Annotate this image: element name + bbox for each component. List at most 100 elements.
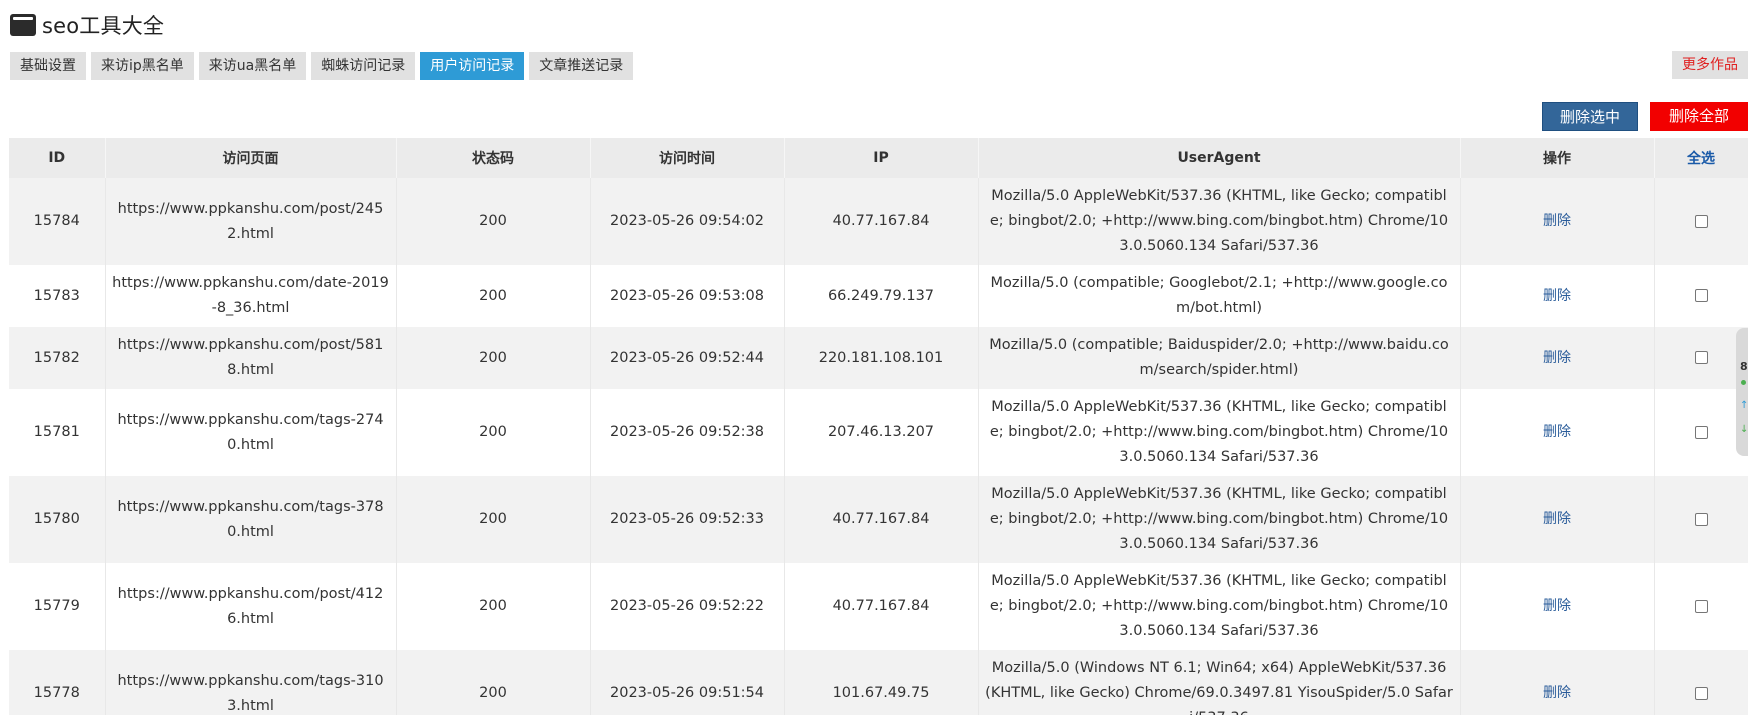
cell-page: https://www.ppkanshu.com/tags-3103.html xyxy=(105,650,397,715)
delete-row-link[interactable]: 删除 xyxy=(1543,288,1571,304)
cell-select xyxy=(1654,476,1748,563)
cell-operation: 删除 xyxy=(1460,178,1655,265)
cell-status: 200 xyxy=(396,563,591,650)
cell-ip: 207.46.13.207 xyxy=(784,389,979,476)
cell-page: https://www.ppkanshu.com/tags-2740.html xyxy=(105,389,397,476)
cell-useragent: Mozilla/5.0 AppleWebKit/537.36 (KHTML, l… xyxy=(978,178,1461,265)
cell-useragent: Mozilla/5.0 AppleWebKit/537.36 (KHTML, l… xyxy=(978,476,1461,563)
cell-operation: 删除 xyxy=(1460,476,1655,563)
delete-row-link[interactable]: 删除 xyxy=(1543,213,1571,229)
cell-id: 15782 xyxy=(9,327,106,389)
cell-useragent: Mozilla/5.0 AppleWebKit/537.36 (KHTML, l… xyxy=(978,563,1461,650)
row-checkbox[interactable] xyxy=(1694,351,1708,364)
delete-row-link[interactable]: 删除 xyxy=(1543,350,1571,366)
row-checkbox[interactable] xyxy=(1694,289,1708,302)
tab-spider-log[interactable]: 蜘蛛访问记录 xyxy=(311,52,416,80)
select-all-link[interactable]: 全选 xyxy=(1654,138,1748,178)
cell-select xyxy=(1654,178,1748,265)
cell-operation: 删除 xyxy=(1460,327,1655,389)
tab-basic-settings[interactable]: 基础设置 xyxy=(10,52,86,80)
cell-operation: 删除 xyxy=(1460,265,1655,327)
cell-page: https://www.ppkanshu.com/post/2452.html xyxy=(105,178,397,265)
cell-page: https://www.ppkanshu.com/post/4126.html xyxy=(105,563,397,650)
delete-row-link[interactable]: 删除 xyxy=(1543,598,1571,614)
tab-article-push-log[interactable]: 文章推送记录 xyxy=(529,52,634,80)
cell-id: 15778 xyxy=(9,650,106,715)
row-checkbox[interactable] xyxy=(1694,599,1708,613)
table-row: 15781 https://www.ppkanshu.com/tags-2740… xyxy=(9,389,1748,476)
more-works-button[interactable]: 更多作品 xyxy=(1672,51,1748,79)
cell-ip: 220.181.108.101 xyxy=(784,327,979,389)
window-icon xyxy=(10,14,36,36)
cell-page: https://www.ppkanshu.com/date-2019-8_36.… xyxy=(105,265,397,327)
col-header-time: 访问时间 xyxy=(590,138,785,178)
table-row: 15779 https://www.ppkanshu.com/post/4126… xyxy=(9,563,1748,650)
page: seo工具大全 基础设置 来访ip黑名单 来访ua黑名单 蜘蛛访问记录 用户访问… xyxy=(0,0,1748,715)
cell-status: 200 xyxy=(396,476,591,563)
cell-status: 200 xyxy=(396,178,591,265)
cell-id: 15783 xyxy=(9,265,106,327)
col-header-ip: IP xyxy=(784,138,979,178)
tab-ua-blacklist[interactable]: 来访ua黑名单 xyxy=(198,52,307,80)
cell-time: 2023-05-26 09:52:38 xyxy=(590,389,785,476)
cell-time: 2023-05-26 09:52:44 xyxy=(590,327,785,389)
table-row: 15784 https://www.ppkanshu.com/post/2452… xyxy=(9,178,1748,265)
table-row: 15782 https://www.ppkanshu.com/post/5818… xyxy=(9,327,1748,389)
cell-ip: 66.249.79.137 xyxy=(784,265,979,327)
row-checkbox[interactable] xyxy=(1694,686,1708,700)
cell-select xyxy=(1654,265,1748,327)
cell-page: https://www.ppkanshu.com/post/5818.html xyxy=(105,327,397,389)
delete-row-link[interactable]: 删除 xyxy=(1543,685,1571,701)
cell-useragent: Mozilla/5.0 (compatible; Googlebot/2.1; … xyxy=(978,265,1461,327)
cell-ip: 101.67.49.75 xyxy=(784,650,979,715)
delete-row-link[interactable]: 删除 xyxy=(1543,424,1571,440)
visit-log-table: ID 访问页面 状态码 访问时间 IP UserAgent 操作 全选 1578… xyxy=(9,138,1748,715)
app-header: seo工具大全 xyxy=(10,10,164,40)
cell-operation: 删除 xyxy=(1460,650,1655,715)
row-checkbox[interactable] xyxy=(1694,214,1708,228)
status-dot-icon xyxy=(1741,380,1746,385)
cell-select xyxy=(1654,650,1748,715)
delete-row-link[interactable]: 删除 xyxy=(1543,511,1571,527)
cell-useragent: Mozilla/5.0 AppleWebKit/537.36 (KHTML, l… xyxy=(978,389,1461,476)
cell-id: 15780 xyxy=(9,476,106,563)
cell-id: 15779 xyxy=(9,563,106,650)
cell-status: 200 xyxy=(396,327,591,389)
cell-select xyxy=(1654,389,1748,476)
cell-useragent: Mozilla/5.0 (compatible; Baiduspider/2.0… xyxy=(978,327,1461,389)
delete-all-button[interactable]: 删除全部 xyxy=(1650,102,1748,131)
app-title: seo工具大全 xyxy=(42,14,165,38)
arrow-down-icon: ↓ xyxy=(1740,424,1748,435)
cell-operation: 删除 xyxy=(1460,389,1655,476)
tab-bar: 基础设置 来访ip黑名单 来访ua黑名单 蜘蛛访问记录 用户访问记录 文章推送记… xyxy=(10,52,634,80)
cell-time: 2023-05-26 09:51:54 xyxy=(590,650,785,715)
table-row: 15778 https://www.ppkanshu.com/tags-3103… xyxy=(9,650,1748,715)
cell-status: 200 xyxy=(396,265,591,327)
row-checkbox[interactable] xyxy=(1694,512,1708,526)
cell-ip: 40.77.167.84 xyxy=(784,563,979,650)
cell-id: 15781 xyxy=(9,389,106,476)
cell-id: 15784 xyxy=(9,178,106,265)
cell-status: 200 xyxy=(396,650,591,715)
cell-time: 2023-05-26 09:53:08 xyxy=(590,265,785,327)
table-row: 15780 https://www.ppkanshu.com/tags-3780… xyxy=(9,476,1748,563)
tab-ip-blacklist[interactable]: 来访ip黑名单 xyxy=(91,52,194,80)
side-widget-number: 8 xyxy=(1740,360,1748,373)
cell-useragent: Mozilla/5.0 (Windows NT 6.1; Win64; x64)… xyxy=(978,650,1461,715)
cell-time: 2023-05-26 09:54:02 xyxy=(590,178,785,265)
floating-side-widget[interactable]: 8 ↑ ↓ xyxy=(1736,328,1748,456)
cell-time: 2023-05-26 09:52:33 xyxy=(590,476,785,563)
col-header-operation: 操作 xyxy=(1460,138,1655,178)
delete-selected-button[interactable]: 删除选中 xyxy=(1542,102,1638,131)
row-checkbox[interactable] xyxy=(1694,425,1708,439)
cell-time: 2023-05-26 09:52:22 xyxy=(590,563,785,650)
table-row: 15783 https://www.ppkanshu.com/date-2019… xyxy=(9,265,1748,327)
table-header-row: ID 访问页面 状态码 访问时间 IP UserAgent 操作 全选 xyxy=(9,138,1748,178)
col-header-page: 访问页面 xyxy=(105,138,397,178)
tab-user-visit-log[interactable]: 用户访问记录 xyxy=(420,52,525,80)
col-header-id: ID xyxy=(9,138,106,178)
col-header-useragent: UserAgent xyxy=(978,138,1461,178)
arrow-up-icon: ↑ xyxy=(1740,400,1748,411)
cell-page: https://www.ppkanshu.com/tags-3780.html xyxy=(105,476,397,563)
cell-select xyxy=(1654,563,1748,650)
